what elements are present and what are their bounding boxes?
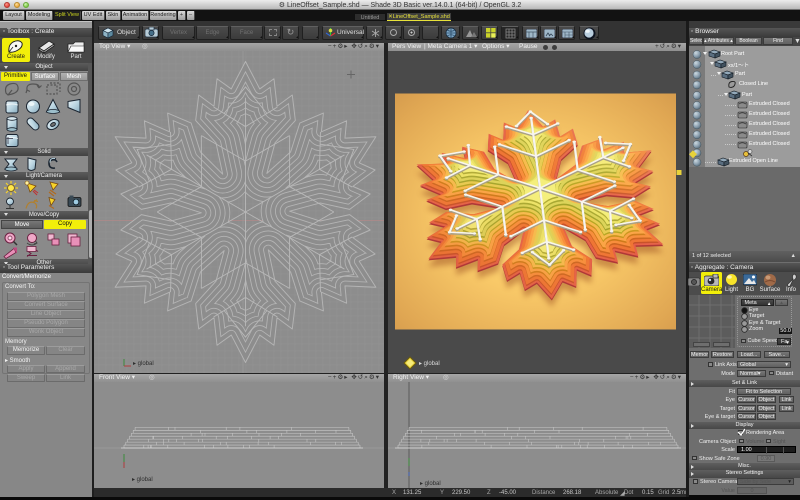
svg-text:▸ global: ▸ global xyxy=(132,477,153,483)
svg-text:▸ global: ▸ global xyxy=(420,481,441,487)
